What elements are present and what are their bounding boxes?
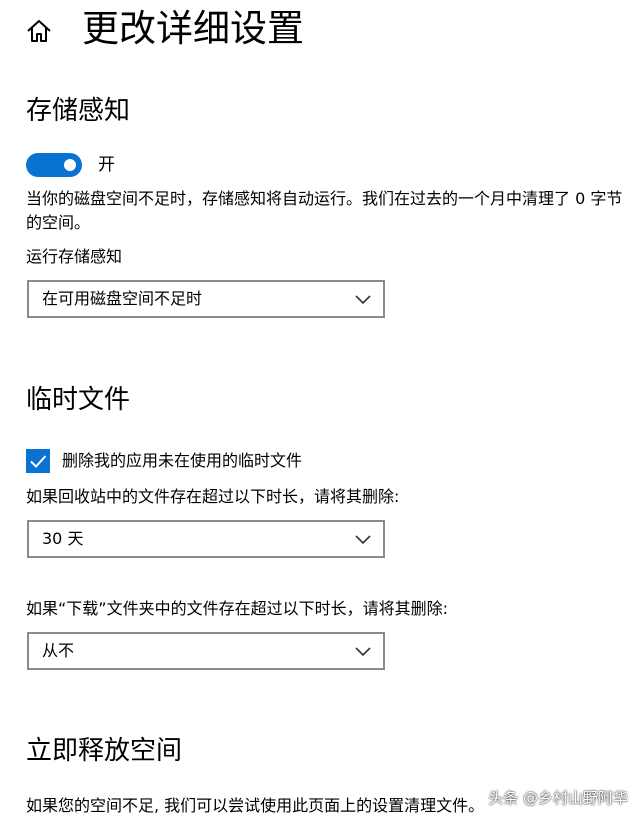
delete-temp-files-checkbox[interactable] bbox=[26, 449, 50, 473]
storage-sense-description: 当你的磁盘空间不足时，存储感知将自动运行。我们在过去的一个月中清理了 0 字节 … bbox=[26, 189, 623, 232]
page-header: 更改详细设置 bbox=[0, 0, 640, 62]
run-storage-sense-label: 运行存储感知 bbox=[26, 247, 123, 266]
delete-temp-files-label: 删除我的应用未在使用的临时文件 bbox=[62, 451, 303, 470]
downloads-dropdown[interactable]: 从不 bbox=[27, 632, 385, 670]
toggle-state-label: 开 bbox=[98, 155, 115, 175]
downloads-label: 如果“下载”文件夹中的文件存在超过以下时长，请将其删除: bbox=[26, 599, 448, 618]
free-space-heading: 立即释放空间 bbox=[26, 736, 183, 766]
page-title: 更改详细设置 bbox=[82, 7, 304, 50]
chevron-down-icon bbox=[355, 644, 371, 658]
watermark: 头条 @乡村山野阿华 bbox=[488, 789, 628, 807]
recycle-bin-dropdown[interactable]: 30 天 bbox=[27, 520, 385, 558]
chevron-down-icon bbox=[355, 532, 371, 546]
chevron-down-icon bbox=[355, 292, 371, 306]
dropdown-selected-value: 从不 bbox=[42, 641, 75, 660]
checkmark-icon bbox=[30, 455, 47, 468]
home-button[interactable] bbox=[24, 16, 54, 46]
home-icon bbox=[27, 20, 51, 42]
storage-sense-heading: 存储感知 bbox=[26, 96, 131, 126]
toggle-knob bbox=[64, 159, 76, 171]
storage-sense-toggle[interactable] bbox=[26, 153, 82, 177]
temp-files-heading: 临时文件 bbox=[26, 385, 131, 415]
run-storage-sense-dropdown[interactable]: 在可用磁盘空间不足时 bbox=[27, 280, 385, 318]
recycle-bin-label: 如果回收站中的文件存在超过以下时长，请将其删除: bbox=[26, 487, 400, 506]
dropdown-selected-value: 在可用磁盘空间不足时 bbox=[42, 289, 203, 308]
storage-sense-toggle-row: 开 bbox=[26, 151, 115, 179]
dropdown-selected-value: 30 天 bbox=[42, 529, 84, 548]
delete-temp-files-row: 删除我的应用未在使用的临时文件 bbox=[26, 448, 302, 474]
settings-page: 更改详细设置 存储感知 开 当你的磁盘空间不足时，存储感知将自动运行。我们在过去… bbox=[0, 0, 640, 822]
